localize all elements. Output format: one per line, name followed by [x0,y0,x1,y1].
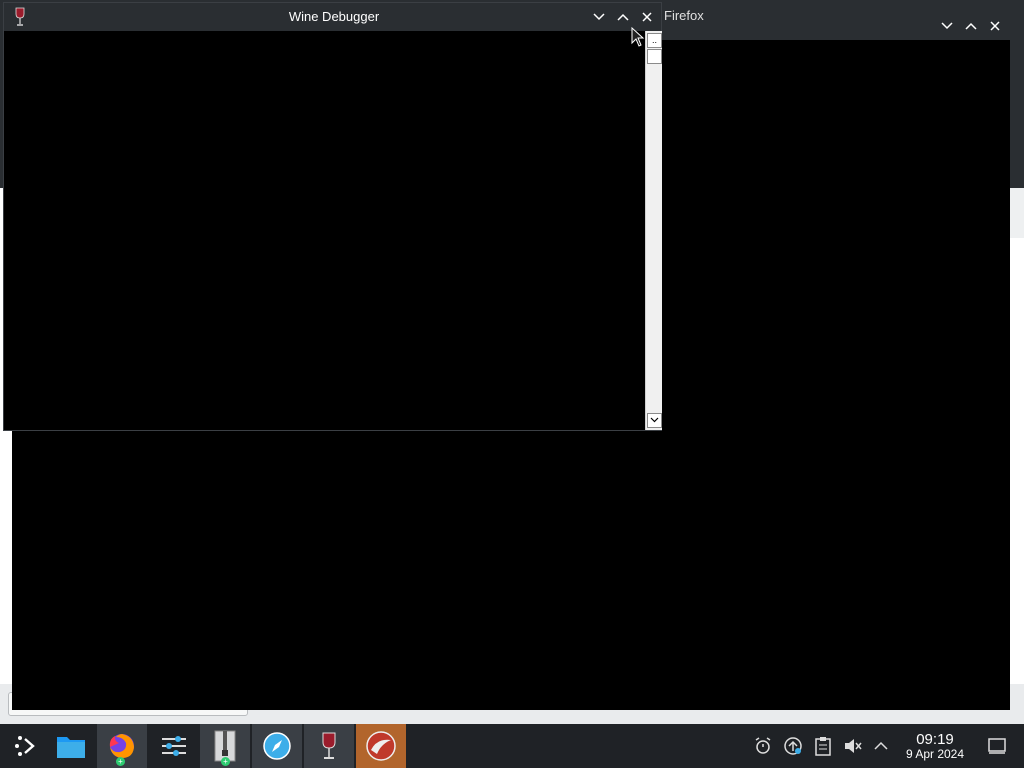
minimize-button[interactable] [591,9,607,25]
volume-muted-icon[interactable] [841,734,865,758]
wine-debugger-titlebar[interactable]: Wine Debugger [4,3,661,31]
chevron-up-icon [965,22,977,30]
clock-date[interactable]: 9 Apr 2024 [896,747,974,761]
close-button[interactable] [639,9,655,25]
app-swirl-icon [366,731,396,761]
chevron-down-icon [650,417,659,423]
clipboard-icon[interactable] [811,734,835,758]
chevron-up-icon [617,13,629,21]
vertical-scrollbar[interactable]: .. [645,31,662,430]
folder-icon [57,737,85,758]
maximize-button[interactable] [963,18,979,34]
mouse-cursor-icon [631,27,645,47]
application-launcher[interactable] [0,724,50,768]
wine-glass-icon [322,732,336,759]
scroll-down-button[interactable] [647,413,662,428]
task-app[interactable] [356,724,406,768]
plus-badge-icon: + [221,757,230,766]
close-icon [642,12,652,22]
task-settings[interactable] [149,724,199,768]
task-archive-manager[interactable]: + [200,724,250,768]
task-file-manager[interactable] [46,724,96,768]
alarm-icon[interactable] [751,734,775,758]
sliders-icon [162,736,186,756]
background-window-title: Firefox [664,8,704,23]
compass-icon [263,732,291,760]
task-wine[interactable] [304,724,354,768]
scroll-up-button[interactable]: .. [647,33,662,48]
chevron-down-icon [941,22,953,30]
plus-badge-icon: + [116,757,125,766]
window-title: Wine Debugger [288,9,380,24]
minimize-button[interactable] [939,18,955,34]
show-desktop-icon[interactable] [985,734,1009,758]
task-firefox[interactable]: + [97,724,147,768]
close-button[interactable] [987,18,1003,34]
desktop-right-strip [1010,188,1024,238]
launcher-icon [15,736,35,756]
chevron-up-icon[interactable] [869,734,893,758]
clock-time[interactable]: 09:19 [900,731,970,748]
update-icon[interactable] [781,734,805,758]
debugger-output-area[interactable] [4,31,644,430]
scroll-thumb[interactable] [647,49,662,64]
taskbar: + + [0,724,1024,768]
task-browser[interactable] [252,724,302,768]
wine-debugger-window[interactable]: Wine Debugger .. [3,2,662,431]
maximize-button[interactable] [615,9,631,25]
chevron-down-icon [593,13,605,21]
close-icon [990,21,1000,31]
